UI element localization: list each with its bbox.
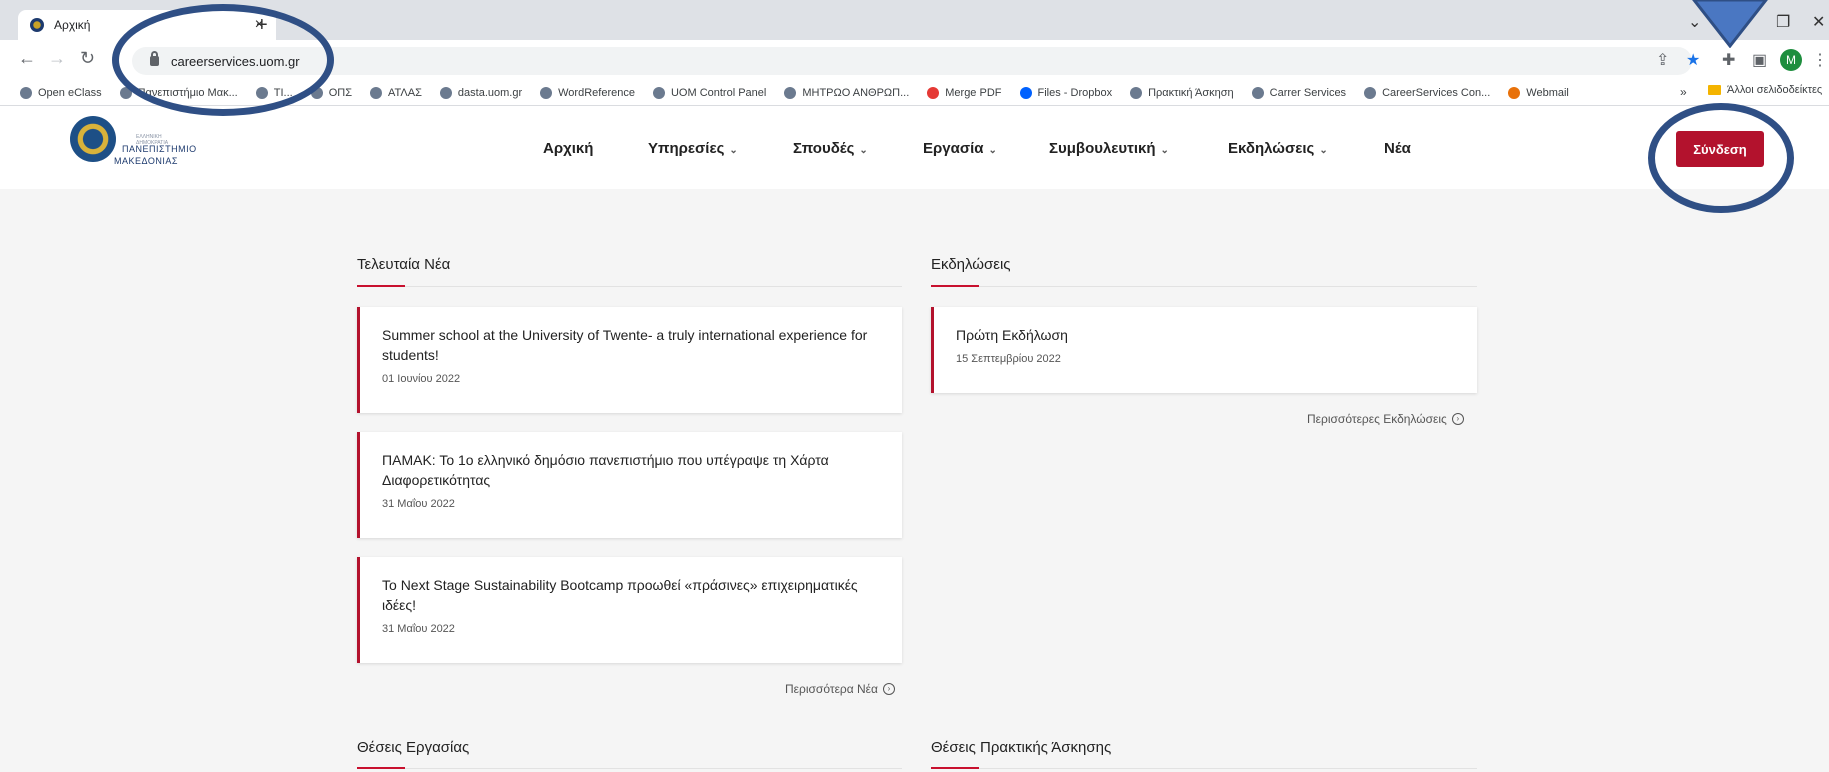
bookmark-favicon-icon bbox=[370, 86, 382, 99]
bookmark-favicon-icon bbox=[540, 86, 553, 99]
profile-avatar[interactable]: M bbox=[1780, 49, 1802, 71]
bookmark-favicon-icon bbox=[439, 86, 452, 99]
other-bookmarks-folder[interactable]: Άλλοι σελιδοδείκτες bbox=[1708, 84, 1822, 96]
bookmark-favicon-icon bbox=[652, 86, 665, 99]
chevron-down-icon: ⌄ bbox=[988, 145, 997, 156]
bookmark-item[interactable]: ΑΤΛΑΣ bbox=[370, 86, 422, 99]
bookmark-item[interactable]: WordReference bbox=[540, 86, 635, 99]
back-icon[interactable]: ← bbox=[18, 48, 36, 69]
event-title[interactable]: Πρώτη Εκδήλωση bbox=[956, 325, 1455, 345]
logo-text-line2: ΜΑΚΕΔΟΝΙΑΣ bbox=[114, 156, 178, 166]
webmail-icon bbox=[1508, 86, 1521, 99]
bookmark-item[interactable]: ΜΗΤΡΩΟ ΑΝΘΡΩΠ... bbox=[784, 86, 909, 99]
section-divider bbox=[931, 767, 1477, 769]
extensions-puzzle-icon[interactable]: ✚ bbox=[1722, 50, 1735, 70]
bookmark-item[interactable]: UOM Control Panel bbox=[652, 86, 766, 99]
news-title[interactable]: ΠΑΜΑΚ: Το 1ο ελληνικό δημόσιο πανεπιστήμ… bbox=[382, 450, 880, 490]
bookmark-favicon-icon bbox=[784, 86, 797, 99]
bookmarks-overflow-button[interactable]: » bbox=[1680, 85, 1687, 99]
logo-text-line1: ΠΑΝΕΠΙΣΤΗΜΙΟ bbox=[122, 144, 197, 154]
news-title[interactable]: Το Next Stage Sustainability Bootcamp πρ… bbox=[382, 575, 880, 615]
bookmark-favicon-icon bbox=[20, 86, 32, 99]
bookmark-item[interactable]: Merge PDF bbox=[927, 86, 1002, 99]
bookmark-star-icon[interactable]: ★ bbox=[1686, 50, 1700, 70]
reload-icon[interactable]: ↻ bbox=[80, 48, 95, 69]
arrow-circle-right-icon: › bbox=[882, 683, 895, 695]
section-divider bbox=[931, 285, 1477, 287]
login-highlight-ellipse bbox=[1648, 103, 1794, 213]
nav-counseling[interactable]: Συμβουλευτική ⌄ bbox=[1049, 140, 1169, 157]
news-date: 31 Μαΐου 2022 bbox=[382, 623, 455, 635]
internships-heading: Θέσεις Πρακτικής Άσκησης bbox=[931, 739, 1112, 756]
event-card[interactable]: Πρώτη Εκδήλωση 15 Σεπτεμβρίου 2022 bbox=[931, 307, 1477, 393]
news-title[interactable]: Summer school at the University of Twent… bbox=[382, 325, 880, 365]
bookmark-item[interactable]: Πρακτική Άσκηση bbox=[1130, 86, 1234, 99]
more-events-link[interactable]: Περισσότερες Εκδηλώσεις › bbox=[1307, 412, 1464, 426]
chevron-down-icon: ⌄ bbox=[1160, 145, 1169, 156]
events-heading: Εκδηλώσεις bbox=[931, 256, 1011, 273]
tab-title: Αρχική bbox=[54, 18, 91, 32]
bookmark-item[interactable]: dasta.uom.gr bbox=[439, 86, 522, 99]
chevron-down-icon: ⌄ bbox=[859, 145, 868, 156]
nav-news[interactable]: Νέα bbox=[1384, 140, 1411, 157]
news-card[interactable]: Το Next Stage Sustainability Bootcamp πρ… bbox=[357, 557, 902, 663]
dropbox-icon bbox=[1019, 86, 1032, 99]
news-date: 01 Ιουνίου 2022 bbox=[382, 373, 461, 385]
jobs-heading: Θέσεις Εργασίας bbox=[357, 739, 470, 756]
nav-work[interactable]: Εργασία ⌄ bbox=[923, 140, 997, 157]
section-divider bbox=[357, 285, 902, 287]
bookmark-item[interactable]: CareerServices Con... bbox=[1364, 86, 1490, 99]
bookmark-item[interactable]: Webmail bbox=[1508, 86, 1569, 99]
news-card[interactable]: Summer school at the University of Twent… bbox=[357, 307, 902, 413]
nav-home[interactable]: Αρχική bbox=[543, 140, 593, 157]
nav-studies[interactable]: Σπουδές ⌄ bbox=[793, 140, 868, 157]
event-date: 15 Σεπτεμβρίου 2022 bbox=[956, 353, 1061, 365]
close-window-icon[interactable]: ✕ bbox=[1812, 12, 1825, 32]
arrow-circle-right-icon: › bbox=[1451, 413, 1464, 425]
bookmark-item[interactable]: Carrer Services bbox=[1251, 86, 1346, 99]
bookmark-favicon-icon bbox=[1364, 86, 1377, 99]
restore-window-icon[interactable]: ❐ bbox=[1776, 12, 1790, 32]
address-bar[interactable]: careerservices.uom.gr bbox=[132, 47, 1692, 75]
section-divider bbox=[357, 767, 902, 769]
folder-icon bbox=[1708, 85, 1721, 95]
latest-news-heading: Τελευταία Νέα bbox=[357, 256, 451, 273]
news-date: 31 Μαΐου 2022 bbox=[382, 498, 455, 510]
bookmark-item[interactable]: Files - Dropbox bbox=[1019, 86, 1112, 99]
site-favicon-icon bbox=[30, 18, 44, 32]
bookmark-item[interactable]: Open eClass bbox=[20, 86, 102, 99]
bookmark-favicon-icon bbox=[1251, 86, 1264, 99]
forward-icon[interactable]: → bbox=[48, 48, 66, 69]
university-seal-icon bbox=[70, 116, 116, 162]
globe-icon bbox=[1130, 86, 1143, 99]
nav-events[interactable]: Εκδηλώσεις ⌄ bbox=[1228, 140, 1328, 157]
more-news-link[interactable]: Περισσότερα Νέα › bbox=[785, 682, 895, 696]
university-logo[interactable]: ΕΛΛΗΝΙΚΗ ΔΗΜΟΚΡΑΤΙΑ ΠΑΝΕΠΙΣΤΗΜΙΟ ΜΑΚΕΔΟΝ… bbox=[70, 116, 196, 186]
site-header bbox=[0, 107, 1829, 189]
browser-menu-icon[interactable]: ⋮ bbox=[1812, 50, 1828, 70]
news-card[interactable]: ΠΑΜΑΚ: Το 1ο ελληνικό δημόσιο πανεπιστήμ… bbox=[357, 432, 902, 538]
annotation-arrow-icon bbox=[1692, 0, 1768, 48]
chevron-down-icon: ⌄ bbox=[1319, 145, 1328, 156]
share-icon[interactable]: ⇪ bbox=[1656, 50, 1669, 70]
url-highlight-ellipse bbox=[112, 4, 334, 116]
nav-services[interactable]: Υπηρεσίες ⌄ bbox=[648, 140, 738, 157]
chevron-down-icon: ⌄ bbox=[729, 145, 738, 156]
side-panel-icon[interactable]: ▣ bbox=[1752, 50, 1767, 70]
main-content bbox=[0, 189, 1829, 772]
heart-icon bbox=[927, 86, 940, 99]
